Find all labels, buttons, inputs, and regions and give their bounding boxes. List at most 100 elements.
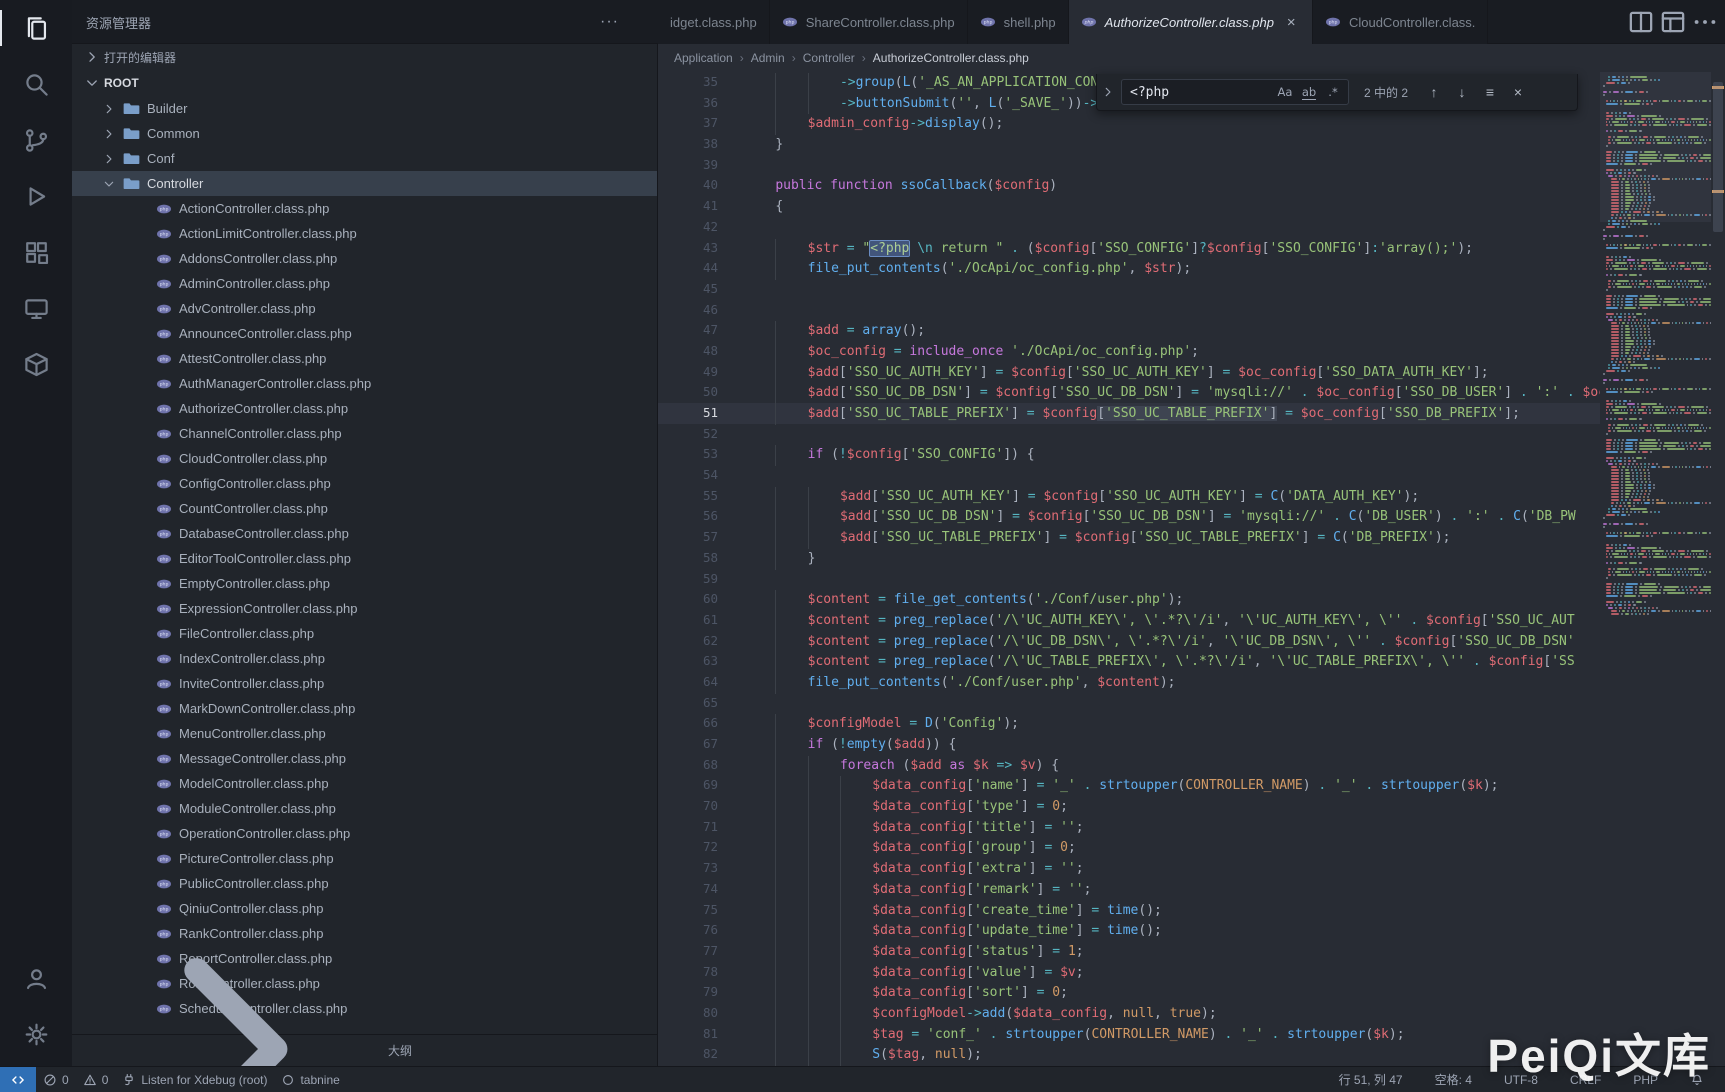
code-line-56[interactable]: 56 $add['SSO_UC_DB_DSN'] = $config['SSO_…	[658, 506, 1600, 527]
code-line-51[interactable]: 51 $add['SSO_UC_TABLE_PREFIX'] = $config…	[658, 403, 1600, 424]
code-line-43[interactable]: 43 $str = "<?php \n return " . ($config[…	[658, 238, 1600, 259]
open-editors-section[interactable]: 打开的编辑器	[72, 44, 657, 70]
root-section[interactable]: ROOT	[72, 70, 657, 96]
tree-item-databasecontroller-class-php[interactable]: phpDatabaseController.class.php	[72, 521, 657, 546]
tab-idget-class-php[interactable]: idget.class.php	[658, 0, 770, 44]
code-line-60[interactable]: 60 $content = file_get_contents('./Conf/…	[658, 589, 1600, 610]
tree-item-publiccontroller-class-php[interactable]: phpPublicController.class.php	[72, 871, 657, 896]
find-previous-button[interactable]: ↑	[1423, 81, 1445, 103]
tree-item-actionlimitcontroller-class-php[interactable]: phpActionLimitController.class.php	[72, 221, 657, 246]
more-actions-icon[interactable]	[1691, 8, 1719, 36]
code-line-61[interactable]: 61 $content = preg_replace('/\'UC_AUTH_K…	[658, 610, 1600, 631]
status-cursor-position[interactable]: 行 51, 列 47	[1332, 1067, 1410, 1092]
tab-cloudcontroller-class-[interactable]: phpCloudController.class.	[1313, 0, 1488, 44]
tree-item-cloudcontroller-class-php[interactable]: phpCloudController.class.php	[72, 446, 657, 471]
code-line-55[interactable]: 55 $add['SSO_UC_AUTH_KEY'] = $config['SS…	[658, 486, 1600, 507]
close-icon[interactable]: ×	[1282, 13, 1300, 31]
code-line-67[interactable]: 67 if (!empty($add)) {	[658, 734, 1600, 755]
tree-item-indexcontroller-class-php[interactable]: phpIndexController.class.php	[72, 646, 657, 671]
tree-item-admincontroller-class-php[interactable]: phpAdminController.class.php	[72, 271, 657, 296]
find-next-button[interactable]: ↓	[1451, 81, 1473, 103]
code-line-75[interactable]: 75 $data_config['create_time'] = time();	[658, 900, 1600, 921]
regex-toggle[interactable]: .*	[1322, 81, 1344, 103]
find-input[interactable]: <?php Aa ab .*	[1121, 79, 1349, 105]
code-line-38[interactable]: 38 }	[658, 134, 1600, 155]
tab-shell-php[interactable]: phpshell.php	[968, 0, 1069, 44]
code-line-40[interactable]: 40 public function ssoCallback($config)	[658, 175, 1600, 196]
sidebar-more-actions-button[interactable]: ···	[600, 0, 619, 44]
tree-item-channelcontroller-class-php[interactable]: phpChannelController.class.php	[72, 421, 657, 446]
tree-item-invitecontroller-class-php[interactable]: phpInviteController.class.php	[72, 671, 657, 696]
breadcrumb-item[interactable]: AuthorizeController.class.php	[873, 51, 1029, 65]
package-explorer-icon[interactable]	[0, 336, 72, 392]
code-line-49[interactable]: 49 $add['SSO_UC_AUTH_KEY'] = $config['SS…	[658, 362, 1600, 383]
tree-item-operationcontroller-class-php[interactable]: phpOperationController.class.php	[72, 821, 657, 846]
code-line-81[interactable]: 81 $tag = 'conf_' . strtoupper(CONTROLLE…	[658, 1024, 1600, 1045]
code-line-59[interactable]: 59	[658, 569, 1600, 590]
breadcrumb-item[interactable]: Application	[674, 51, 733, 65]
code-line-68[interactable]: 68 foreach ($add as $k => $v) {	[658, 755, 1600, 776]
tree-item-configcontroller-class-php[interactable]: phpConfigController.class.php	[72, 471, 657, 496]
code-line-45[interactable]: 45	[658, 279, 1600, 300]
code-line-79[interactable]: 79 $data_config['sort'] = 0;	[658, 982, 1600, 1003]
tree-item-common[interactable]: Common	[72, 121, 657, 146]
status-eol[interactable]: CRLF	[1563, 1067, 1608, 1092]
find-close-button[interactable]: ×	[1507, 81, 1529, 103]
tree-item-announcecontroller-class-php[interactable]: phpAnnounceController.class.php	[72, 321, 657, 346]
code-line-41[interactable]: 41 {	[658, 196, 1600, 217]
tab-sharecontroller-class-php[interactable]: phpShareController.class.php	[770, 0, 968, 44]
scrollbar-thumb[interactable]	[1713, 82, 1723, 232]
status-indentation[interactable]: 空格: 4	[1428, 1067, 1479, 1092]
code-line-54[interactable]: 54	[658, 465, 1600, 486]
code-line-82[interactable]: 82 S($tag, null);	[658, 1044, 1600, 1065]
account-icon[interactable]	[0, 950, 72, 1006]
vertical-scrollbar[interactable]	[1711, 72, 1725, 1066]
tree-item-authorizecontroller-class-php[interactable]: phpAuthorizeController.class.php	[72, 396, 657, 421]
code-line-47[interactable]: 47 $add = array();	[658, 320, 1600, 341]
tree-item-modulecontroller-class-php[interactable]: phpModuleController.class.php	[72, 796, 657, 821]
tree-item-countcontroller-class-php[interactable]: phpCountController.class.php	[72, 496, 657, 521]
code-line-58[interactable]: 58 }	[658, 548, 1600, 569]
breadcrumb[interactable]: Application›Admin›Controller›AuthorizeCo…	[658, 44, 1725, 72]
tree-item-attestcontroller-class-php[interactable]: phpAttestController.class.php	[72, 346, 657, 371]
status-xdebug-listen[interactable]: Listen for Xdebug (root)	[115, 1067, 274, 1092]
explorer-icon[interactable]	[0, 0, 72, 56]
find-in-selection-button[interactable]: ≡	[1479, 81, 1501, 103]
match-case-toggle[interactable]: Aa	[1274, 81, 1296, 103]
run-debug-icon[interactable]	[0, 168, 72, 224]
tree-item-modelcontroller-class-php[interactable]: phpModelController.class.php	[72, 771, 657, 796]
code-line-71[interactable]: 71 $data_config['title'] = '';	[658, 817, 1600, 838]
code-line-66[interactable]: 66 $configModel = D('Config');	[658, 713, 1600, 734]
settings-icon[interactable]	[0, 1006, 72, 1062]
breadcrumb-item[interactable]: Controller	[803, 51, 855, 65]
code-line-44[interactable]: 44 file_put_contents('./OcApi/oc_config.…	[658, 258, 1600, 279]
extensions-icon[interactable]	[0, 224, 72, 280]
source-control-icon[interactable]	[0, 112, 72, 168]
tree-item-menucontroller-class-php[interactable]: phpMenuController.class.php	[72, 721, 657, 746]
remote-explorer-icon[interactable]	[0, 280, 72, 336]
toggle-replace-icon[interactable]	[1101, 85, 1115, 99]
code-line-65[interactable]: 65	[658, 693, 1600, 714]
tree-item-picturecontroller-class-php[interactable]: phpPictureController.class.php	[72, 846, 657, 871]
code-line-53[interactable]: 53 if (!$config['SSO_CONFIG']) {	[658, 444, 1600, 465]
status-notifications[interactable]	[1683, 1067, 1711, 1092]
tree-item-actioncontroller-class-php[interactable]: phpActionController.class.php	[72, 196, 657, 221]
tree-item-advcontroller-class-php[interactable]: phpAdvController.class.php	[72, 296, 657, 321]
code-line-57[interactable]: 57 $add['SSO_UC_TABLE_PREFIX'] = $config…	[658, 527, 1600, 548]
code-line-77[interactable]: 77 $data_config['status'] = 1;	[658, 941, 1600, 962]
code-line-48[interactable]: 48 $oc_config = include_once './OcApi/oc…	[658, 341, 1600, 362]
editor-layout-icon[interactable]	[1659, 8, 1687, 36]
tab-authorizecontroller-class-php[interactable]: phpAuthorizeController.class.php×	[1069, 0, 1313, 44]
code-line-76[interactable]: 76 $data_config['update_time'] = time();	[658, 920, 1600, 941]
search-icon[interactable]	[0, 56, 72, 112]
tree-item-builder[interactable]: Builder	[72, 96, 657, 121]
code-line-80[interactable]: 80 $configModel->add($data_config, null,…	[658, 1003, 1600, 1024]
tree-item-addonscontroller-class-php[interactable]: phpAddonsController.class.php	[72, 246, 657, 271]
tree-item-emptycontroller-class-php[interactable]: phpEmptyController.class.php	[72, 571, 657, 596]
tree-item-authmanagercontroller-class-php[interactable]: phpAuthManagerController.class.php	[72, 371, 657, 396]
tree-item-editortoolcontroller-class-php[interactable]: phpEditorToolController.class.php	[72, 546, 657, 571]
status-errors[interactable]: 0	[36, 1067, 76, 1092]
code-line-69[interactable]: 69 $data_config['name'] = '_' . strtoupp…	[658, 775, 1600, 796]
tree-item-filecontroller-class-php[interactable]: phpFileController.class.php	[72, 621, 657, 646]
tree-item-controller[interactable]: Controller	[72, 171, 657, 196]
